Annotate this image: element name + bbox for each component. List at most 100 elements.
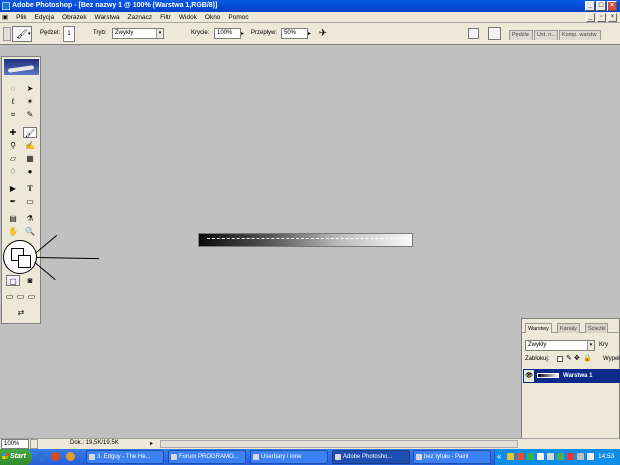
- options-grip[interactable]: [3, 27, 11, 41]
- status-scroll-arrow-icon[interactable]: [30, 439, 38, 449]
- history-brush-tool-icon[interactable]: ✍: [23, 140, 37, 151]
- tray-app-icon[interactable]: [567, 453, 574, 460]
- status-menu-arrow-icon[interactable]: ▸: [150, 440, 153, 447]
- eyedropper-tool-icon[interactable]: ⚗: [23, 213, 37, 224]
- magic-wand-tool-icon[interactable]: ✶: [23, 96, 37, 107]
- palette-well-icon[interactable]: [488, 27, 501, 40]
- tray-app-icon[interactable]: [537, 453, 544, 460]
- lasso-tool-icon[interactable]: ℓ: [6, 96, 20, 107]
- tab-channels[interactable]: Kanały: [557, 323, 580, 333]
- eye-icon[interactable]: 👁: [524, 370, 534, 382]
- canvas-document[interactable]: [198, 233, 413, 247]
- quicklaunch-app-icon[interactable]: [66, 452, 75, 461]
- taskbar-item-paint[interactable]: bez tytułu - Paint: [413, 450, 491, 464]
- jump-to-imageready-icon[interactable]: ⇄: [6, 307, 36, 318]
- standard-screen-mode-icon[interactable]: ▭: [4, 291, 15, 302]
- close-button[interactable]: ×: [607, 1, 617, 11]
- palette-tab-layer-comps[interactable]: Komp. warstw: [559, 30, 601, 40]
- tray-app-icon[interactable]: [517, 453, 524, 460]
- lock-pixels-icon[interactable]: ✎: [566, 354, 572, 362]
- zoom-tool-icon[interactable]: 🔍: [23, 226, 37, 237]
- tray-network-icon[interactable]: [577, 453, 584, 460]
- palette-tab-brushes[interactable]: Pędzle: [509, 30, 533, 40]
- lock-transparency-checkbox[interactable]: [557, 356, 563, 362]
- taskbar-item-userbary[interactable]: Userbary i inne: [250, 450, 328, 464]
- flow-slider-arrow-icon[interactable]: ▸: [308, 30, 311, 37]
- brush-size-picker[interactable]: 1: [63, 26, 75, 42]
- doc-minimize-button[interactable]: _: [586, 13, 595, 22]
- dodge-tool-icon[interactable]: ●: [23, 166, 37, 177]
- menu-okno[interactable]: Okno: [202, 12, 224, 23]
- full-screen-menu-mode-icon[interactable]: ▭: [15, 291, 26, 302]
- airbrush-icon[interactable]: ✈: [316, 27, 330, 41]
- tray-app-icon[interactable]: [507, 453, 514, 460]
- full-screen-mode-icon[interactable]: ▭: [26, 291, 37, 302]
- mode-select[interactable]: Zwykły ▾: [112, 28, 164, 39]
- tab-paths[interactable]: Ścieżki: [585, 323, 609, 333]
- tab-layers[interactable]: Warstwy: [525, 323, 552, 333]
- tray-volume-icon[interactable]: [587, 453, 594, 460]
- tray-app-icon[interactable]: [557, 453, 564, 460]
- tray-app-icon[interactable]: [527, 453, 534, 460]
- marquee-tool-icon[interactable]: ◌: [6, 83, 20, 94]
- crop-tool-icon[interactable]: ⌗: [6, 109, 20, 120]
- hand-tool-icon[interactable]: ✋: [6, 226, 20, 237]
- blur-tool-icon[interactable]: ♢: [6, 166, 20, 177]
- horizontal-scrollbar[interactable]: [160, 440, 518, 448]
- flow-value: 50%: [284, 30, 297, 36]
- menu-warstwa[interactable]: Warstwa: [92, 12, 123, 23]
- doc-close-button[interactable]: ×: [608, 13, 617, 22]
- layer-name: Warstwa 1: [563, 373, 593, 379]
- notes-tool-icon[interactable]: ▤: [6, 213, 20, 224]
- taskbar-item-edguy[interactable]: 3. Edguy - The He...: [86, 450, 164, 464]
- blend-mode-select[interactable]: Zwykły ▾: [525, 340, 595, 351]
- menu-obrazek[interactable]: Obrazek: [59, 12, 90, 23]
- zoom-field[interactable]: 100%: [1, 439, 29, 449]
- menu-pomoc[interactable]: Pomoc: [225, 12, 251, 23]
- brush-tool-icon[interactable]: 🖌: [23, 127, 37, 138]
- menu-widok[interactable]: Widok: [176, 12, 200, 23]
- maximize-button[interactable]: □: [596, 1, 606, 11]
- window-title-bar[interactable]: Adobe Photoshop - [Bez nazwy 1 @ 100% (W…: [0, 0, 620, 12]
- menu-plik[interactable]: Plik: [13, 12, 29, 23]
- standard-mode-icon[interactable]: ▢: [6, 275, 20, 286]
- pen-tool-icon[interactable]: ✒: [6, 196, 20, 207]
- quick-mask-mode-icon[interactable]: ◙: [23, 275, 37, 286]
- menu-filtr[interactable]: Filtr: [157, 12, 174, 23]
- options-bar: 🖌 ▾ Pędzel: 1 Tryb: Zwykły ▾ Krycie: 100…: [0, 23, 620, 45]
- move-tool-icon[interactable]: ➤: [23, 83, 37, 94]
- start-button[interactable]: Start: [0, 449, 32, 465]
- taskbar-item-photoshop[interactable]: Adobe Photosho...: [332, 450, 410, 464]
- photoshop-app-icon[interactable]: [2, 2, 10, 10]
- flow-field[interactable]: 50%: [281, 28, 308, 39]
- type-tool-icon[interactable]: T: [23, 183, 37, 194]
- tray-expand-arrow-icon[interactable]: «: [497, 451, 501, 463]
- lock-position-icon[interactable]: ✥: [574, 354, 580, 362]
- healing-brush-tool-icon[interactable]: ✚: [6, 127, 20, 138]
- lock-all-icon[interactable]: 🔒: [583, 354, 592, 362]
- adobe-online-logo[interactable]: [4, 59, 39, 75]
- path-selection-tool-icon[interactable]: ▶: [6, 183, 20, 194]
- document-menu-icon[interactable]: ▣: [0, 12, 11, 23]
- layer-row[interactable]: 👁 Warstwa 1: [523, 369, 620, 383]
- quicklaunch-desktop-icon[interactable]: [37, 452, 46, 461]
- quicklaunch-opera-icon[interactable]: [51, 452, 60, 461]
- minimize-button[interactable]: _: [585, 1, 595, 11]
- eraser-tool-icon[interactable]: ▱: [6, 153, 20, 164]
- gradient-tool-icon[interactable]: ▦: [23, 153, 37, 164]
- tray-app-icon[interactable]: [547, 453, 554, 460]
- shape-tool-icon[interactable]: ▭: [23, 196, 37, 207]
- palette-tab-tool-presets[interactable]: Ust. n...: [534, 30, 558, 40]
- chevron-down-icon: ▾: [587, 341, 594, 350]
- menu-edycja[interactable]: Edycja: [32, 12, 58, 23]
- doc-restore-button[interactable]: ▫: [597, 13, 606, 22]
- taskbar-item-forum[interactable]: Forum PROGRAMO...: [168, 450, 246, 464]
- opacity-slider-arrow-icon[interactable]: ▸: [241, 30, 244, 37]
- slice-tool-icon[interactable]: ✎: [23, 109, 37, 120]
- clone-stamp-tool-icon[interactable]: ⚲: [6, 140, 20, 151]
- clock[interactable]: 14:53: [598, 451, 614, 463]
- brush-preset-dropdown-icon[interactable]: ▾: [28, 26, 34, 42]
- opacity-field[interactable]: 100%: [214, 28, 241, 39]
- menu-zaznacz[interactable]: Zaznacz: [125, 12, 156, 23]
- file-browser-icon[interactable]: [468, 28, 479, 39]
